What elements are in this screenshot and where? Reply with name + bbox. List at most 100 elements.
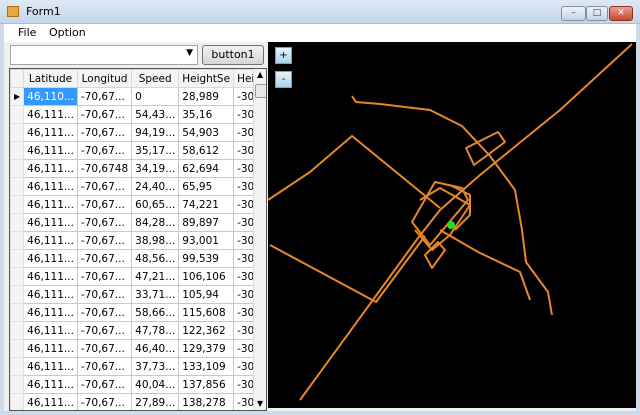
minimize-button[interactable]: –	[561, 6, 586, 21]
cell-longitude[interactable]: -70,67...	[76, 195, 133, 214]
data-grid[interactable]: Latitude Longitud Speed HeightSe HeighfW…	[9, 68, 267, 411]
row-header[interactable]	[10, 285, 25, 304]
cell-latitude[interactable]: 46,111...	[23, 285, 78, 304]
cell-heightse[interactable]: 122,362	[178, 321, 235, 340]
button1[interactable]: button1	[202, 45, 264, 65]
cell-speed[interactable]: 35,17...	[131, 141, 180, 160]
cell-longitude[interactable]: -70,67...	[76, 339, 133, 358]
row-header[interactable]	[10, 267, 25, 286]
maximize-button[interactable]: □	[586, 6, 608, 21]
row-header[interactable]	[10, 339, 25, 358]
cell-longitude[interactable]: -70,67...	[76, 303, 133, 322]
scroll-up-arrow-icon[interactable]: ▲	[257, 70, 263, 79]
cell-speed[interactable]: 54,43...	[131, 105, 180, 124]
table-row[interactable]: 46,111...-70,67...38,98...93,001-30,151	[10, 231, 266, 250]
cell-longitude[interactable]: -70,67...	[76, 357, 133, 376]
row-header[interactable]	[10, 375, 25, 394]
cell-latitude[interactable]: 46,111...	[23, 195, 78, 214]
cell-heightse[interactable]: 35,16	[178, 105, 235, 124]
cell-longitude[interactable]: -70,67...	[76, 141, 133, 160]
table-row[interactable]: 46,111...-70,67...84,28...89,897-30,151	[10, 213, 266, 232]
cell-latitude[interactable]: 46,111...	[23, 375, 78, 394]
row-header[interactable]	[10, 393, 25, 410]
cell-latitude[interactable]: 46,111...	[23, 213, 78, 232]
row-header[interactable]	[10, 123, 25, 142]
cell-heightse[interactable]: 138,278	[178, 393, 235, 410]
menu-option[interactable]: Option	[49, 26, 86, 39]
table-row[interactable]: 46,111...-70,67...48,56...99,539-30,151	[10, 249, 266, 268]
cell-heightse[interactable]: 105,94	[178, 285, 235, 304]
vertical-scrollbar[interactable]: ▲ ▼	[253, 69, 266, 410]
cell-speed[interactable]: 46,40...	[131, 339, 180, 358]
cell-latitude[interactable]: 46,111...	[23, 357, 78, 376]
table-row[interactable]: 46,111...-70,67...24,40...65,95-30,151	[10, 177, 266, 196]
combo-box[interactable]: ▼	[10, 45, 198, 65]
scroll-down-arrow-icon[interactable]: ▼	[257, 399, 263, 408]
scroll-thumb[interactable]	[255, 84, 266, 98]
zoom-out-button[interactable]: -	[275, 71, 292, 88]
cell-speed[interactable]: 94,19...	[131, 123, 180, 142]
cell-heightse[interactable]: 115,608	[178, 303, 235, 322]
cell-heightse[interactable]: 28,989	[178, 87, 235, 106]
cell-speed[interactable]: 48,56...	[131, 249, 180, 268]
table-row[interactable]: 46,111...-70,67...54,43...35,16-30,151	[10, 105, 266, 124]
cell-heightse[interactable]: 89,897	[178, 213, 235, 232]
row-header[interactable]	[10, 177, 25, 196]
cell-latitude[interactable]: 46,111...	[23, 249, 78, 268]
row-header[interactable]	[10, 357, 25, 376]
table-row[interactable]: 46,111...-70,67...27,89...138,278-30,151	[10, 393, 266, 410]
table-row[interactable]: 46,111...-70,67...94,19...54,903-30,151	[10, 123, 266, 142]
close-button[interactable]: ✕	[609, 6, 633, 21]
cell-latitude[interactable]: 46,111...	[23, 267, 78, 286]
table-row[interactable]: ▶46,110...-70,67...028,989-30,151	[10, 87, 266, 106]
row-header[interactable]	[10, 213, 25, 232]
column-header-speed[interactable]: Speed	[131, 69, 180, 88]
cell-longitude[interactable]: -70,67...	[76, 231, 133, 250]
row-header[interactable]	[10, 105, 25, 124]
cell-speed[interactable]: 40,04...	[131, 375, 180, 394]
cell-latitude[interactable]: 46,111...	[23, 321, 78, 340]
cell-latitude[interactable]: 46,111...	[23, 123, 78, 142]
cell-heightse[interactable]: 54,903	[178, 123, 235, 142]
cell-longitude[interactable]: -70,67...	[76, 105, 133, 124]
cell-latitude[interactable]: 46,111...	[23, 141, 78, 160]
column-header-heightse[interactable]: HeightSe	[178, 69, 235, 88]
cell-speed[interactable]: 34,19...	[131, 159, 180, 178]
cell-speed[interactable]: 37,73...	[131, 357, 180, 376]
cell-speed[interactable]: 24,40...	[131, 177, 180, 196]
cell-longitude[interactable]: -70,67...	[76, 267, 133, 286]
table-row[interactable]: 46,111...-70,67...33,71...105,94-30,151	[10, 285, 266, 304]
table-row[interactable]: 46,111...-70,67...58,66...115,608-30,151	[10, 303, 266, 322]
row-header[interactable]	[10, 231, 25, 250]
table-row[interactable]: 46,111...-70,67...60,65...74,221-30,151	[10, 195, 266, 214]
cell-speed[interactable]: 60,65...	[131, 195, 180, 214]
cell-speed[interactable]: 0	[131, 87, 180, 106]
row-header[interactable]	[10, 195, 25, 214]
cell-speed[interactable]: 84,28...	[131, 213, 180, 232]
cell-longitude[interactable]: -70,67...	[76, 123, 133, 142]
chevron-down-icon[interactable]: ▼	[186, 48, 193, 58]
cell-latitude[interactable]: 46,111...	[23, 177, 78, 196]
table-row[interactable]: 46,111...-70,67...47,78...122,362-30,151	[10, 321, 266, 340]
cell-longitude[interactable]: -70,67...	[76, 393, 133, 410]
cell-latitude[interactable]: 46,111...	[23, 231, 78, 250]
cell-longitude[interactable]: -70,67...	[76, 87, 133, 106]
cell-heightse[interactable]: 133,109	[178, 357, 235, 376]
cell-speed[interactable]: 58,66...	[131, 303, 180, 322]
cell-longitude[interactable]: -70,67...	[76, 249, 133, 268]
cell-latitude[interactable]: 46,111...	[23, 303, 78, 322]
cell-heightse[interactable]: 129,379	[178, 339, 235, 358]
cell-latitude[interactable]: 46,111...	[23, 159, 78, 178]
cell-heightse[interactable]: 137,856	[178, 375, 235, 394]
table-row[interactable]: 46,111...-70,67...35,17...58,612-30,151	[10, 141, 266, 160]
cell-heightse[interactable]: 58,612	[178, 141, 235, 160]
cell-speed[interactable]: 47,78...	[131, 321, 180, 340]
cell-latitude[interactable]: 46,110...	[23, 87, 78, 106]
column-header-longitude[interactable]: Longitud	[76, 69, 133, 88]
cell-heightse[interactable]: 62,694	[178, 159, 235, 178]
cell-longitude[interactable]: -70,67...	[76, 213, 133, 232]
cell-speed[interactable]: 47,21...	[131, 267, 180, 286]
zoom-in-button[interactable]: +	[275, 47, 292, 64]
row-header[interactable]	[10, 303, 25, 322]
table-row[interactable]: 46,111...-70,67...47,21...106,106-30,151	[10, 267, 266, 286]
